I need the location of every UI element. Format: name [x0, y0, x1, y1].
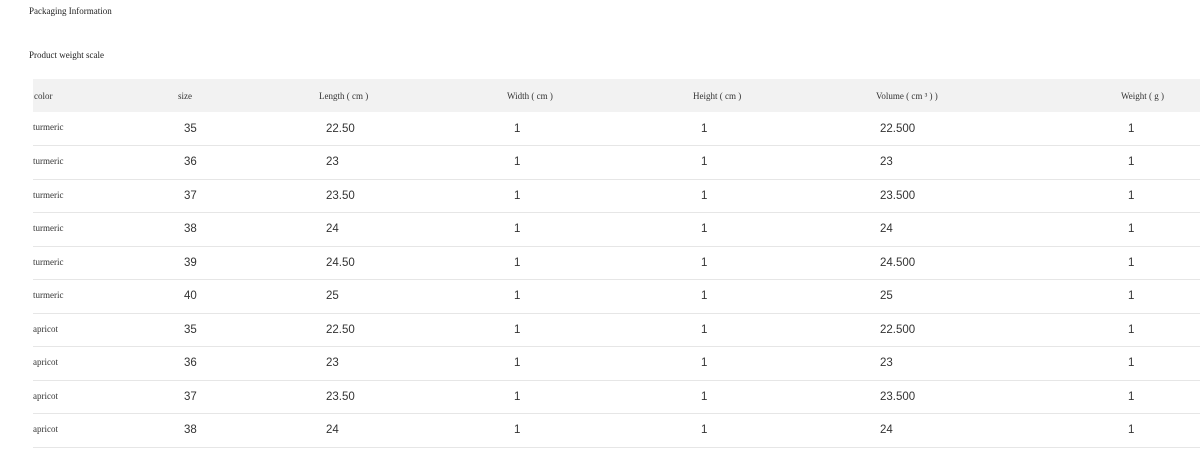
color-cell: turmeric: [33, 189, 64, 200]
width-cell: 1: [514, 223, 521, 236]
size-cell: 37: [184, 189, 197, 202]
table-header-row: color size Length ( cm ) Width ( cm ) He…: [33, 79, 1200, 112]
color-cell: apricot: [33, 390, 58, 401]
weight-cell: 1: [1128, 122, 1135, 135]
size-cell: 36: [184, 357, 197, 370]
length-cell: 25: [326, 290, 339, 303]
weight-scale-table: color size Length ( cm ) Width ( cm ) He…: [33, 79, 1200, 448]
size-cell: 35: [184, 122, 197, 135]
height-cell: 1: [701, 323, 708, 336]
length-cell: 24: [326, 223, 339, 236]
width-cell: 1: [514, 323, 521, 336]
size-cell: 36: [184, 156, 197, 169]
volume-cell: 23: [880, 357, 893, 370]
length-cell: 24: [326, 424, 339, 437]
volume-cell: 25: [880, 290, 893, 303]
width-cell: 1: [514, 189, 521, 202]
color-cell: apricot: [33, 357, 58, 367]
table-row: apricot 35 22.50 1 1 22.500 1: [33, 313, 1200, 347]
color-cell: turmeric: [33, 256, 64, 267]
width-cell: 1: [514, 424, 521, 437]
weight-cell: 1: [1128, 256, 1135, 269]
table-row: turmeric 38 24 1 1 24 1: [33, 213, 1200, 246]
table-row: apricot 38 24 1 1 24 1: [33, 414, 1200, 447]
volume-cell: 23.500: [880, 189, 916, 202]
volume-cell: 23.500: [880, 390, 916, 403]
table-row: apricot 37 23.50 1 1 23.500 1: [33, 380, 1200, 414]
length-cell: 24.50: [326, 256, 355, 269]
volume-cell: 24: [880, 223, 893, 236]
table-row: turmeric 40 25 1 1 25 1: [33, 280, 1200, 313]
weight-cell: 1: [1128, 189, 1135, 202]
table-row: turmeric 35 22.50 1 1 22.500 1: [33, 112, 1200, 146]
volume-cell: 24: [880, 424, 893, 437]
height-cell: 1: [701, 122, 708, 135]
size-cell: 39: [184, 256, 197, 269]
width-cell: 1: [514, 156, 521, 169]
height-cell: 1: [701, 357, 708, 370]
height-cell: 1: [701, 189, 708, 202]
width-cell: 1: [514, 357, 521, 370]
column-header-size: size: [178, 90, 192, 101]
weight-cell: 1: [1128, 357, 1135, 370]
weight-cell: 1: [1128, 424, 1135, 437]
volume-cell: 23: [880, 156, 893, 169]
weight-cell: 1: [1128, 390, 1135, 403]
height-cell: 1: [701, 156, 708, 169]
length-cell: 23.50: [326, 390, 355, 403]
length-cell: 23.50: [326, 189, 355, 202]
length-cell: 23: [326, 357, 339, 370]
column-header-height: Height ( cm ): [693, 90, 742, 101]
table-body: turmeric 35 22.50 1 1 22.500 1 turmeric 36 23 1 1 23…: [33, 112, 1200, 447]
weight-cell: 1: [1128, 223, 1135, 236]
weight-scale-table-container: color size Length ( cm ) Width ( cm ) He…: [33, 79, 1200, 448]
weight-cell: 1: [1128, 290, 1135, 303]
size-cell: 40: [184, 290, 197, 303]
color-cell: apricot: [33, 323, 58, 334]
color-cell: turmeric: [33, 156, 64, 166]
size-cell: 35: [184, 323, 197, 336]
table-row: apricot 36 23 1 1 23 1: [33, 347, 1200, 380]
length-cell: 22.50: [326, 122, 355, 135]
color-cell: turmeric: [33, 223, 64, 233]
size-cell: 38: [184, 223, 197, 236]
volume-cell: 22.500: [880, 323, 916, 336]
column-header-length: Length ( cm ): [319, 90, 369, 101]
weight-cell: 1: [1128, 156, 1135, 169]
color-cell: turmeric: [33, 290, 64, 300]
table-row: turmeric 37 23.50 1 1 23.500 1: [33, 179, 1200, 213]
size-cell: 38: [184, 424, 197, 437]
color-cell: apricot: [33, 424, 58, 434]
column-header-width: Width ( cm ): [507, 90, 553, 101]
height-cell: 1: [701, 290, 708, 303]
width-cell: 1: [514, 390, 521, 403]
volume-cell: 24.500: [880, 256, 916, 269]
color-cell: turmeric: [33, 122, 64, 132]
width-cell: 1: [514, 122, 521, 135]
width-cell: 1: [514, 290, 521, 303]
weight-cell: 1: [1128, 323, 1135, 336]
column-header-volume: Volume ( cm ³ ) ): [876, 90, 938, 101]
column-header-color: color: [34, 90, 53, 101]
length-cell: 23: [326, 156, 339, 169]
height-cell: 1: [701, 256, 708, 269]
page-title: Packaging Information: [29, 6, 112, 16]
height-cell: 1: [701, 223, 708, 236]
volume-cell: 22.500: [880, 122, 916, 135]
section-title: Product weight scale: [29, 50, 104, 60]
column-header-weight: Weight ( g ): [1121, 90, 1165, 101]
height-cell: 1: [701, 424, 708, 437]
length-cell: 22.50: [326, 323, 355, 336]
table-row: turmeric 39 24.50 1 1 24.500 1: [33, 246, 1200, 280]
width-cell: 1: [514, 256, 521, 269]
height-cell: 1: [701, 390, 708, 403]
table-row: turmeric 36 23 1 1 23 1: [33, 146, 1200, 179]
size-cell: 37: [184, 390, 197, 403]
